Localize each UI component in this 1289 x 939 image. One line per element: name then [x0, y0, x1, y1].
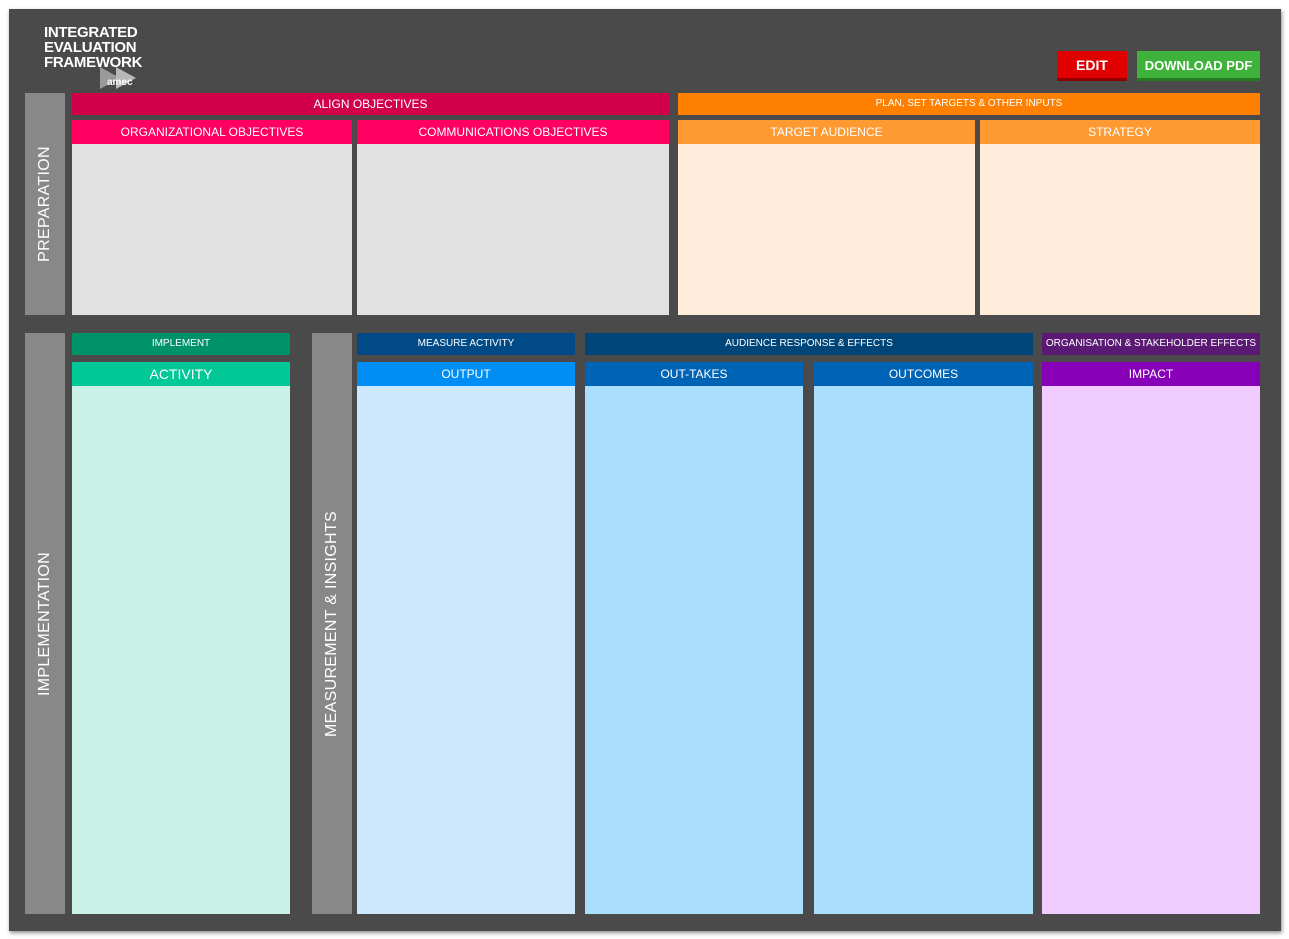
organisation-effects-header: ORGANISATION & STAKEHOLDER EFFECTS [1042, 333, 1260, 355]
strategy-header: STRATEGY [980, 120, 1260, 144]
preparation-label: PREPARATION [36, 146, 53, 262]
impact-area[interactable] [1042, 386, 1260, 914]
measurement-label: MEASUREMENT & INSIGHTS [323, 510, 340, 737]
activity-area[interactable] [72, 386, 290, 914]
impact-header: IMPACT [1042, 362, 1260, 386]
target-audience-area[interactable] [678, 144, 975, 315]
measurement-side-bar: MEASUREMENT & INSIGHTS [312, 333, 352, 914]
organizational-objectives-header: ORGANIZATIONAL OBJECTIVES [72, 120, 352, 144]
align-objectives-header: ALIGN OBJECTIVES [72, 93, 669, 115]
strategy-area[interactable] [980, 144, 1260, 315]
logo-line-2: EVALUATION [44, 39, 137, 56]
out-takes-area[interactable] [585, 386, 803, 914]
measure-activity-header: MEASURE ACTIVITY [357, 333, 575, 355]
out-takes-header: OUT-TAKES [585, 362, 803, 386]
outcomes-area[interactable] [814, 386, 1033, 914]
framework-board: INTEGRATED EVALUATION FRAMEWORK amec EDI… [9, 9, 1281, 931]
preparation-side-bar: PREPARATION [25, 93, 65, 315]
implementation-side-bar: IMPLEMENTATION [25, 333, 65, 914]
logo-brand: amec [107, 77, 133, 88]
output-header: OUTPUT [357, 362, 575, 386]
target-audience-header: TARGET AUDIENCE [678, 120, 975, 144]
download-pdf-button[interactable]: DOWNLOAD PDF [1137, 51, 1260, 81]
implement-header: IMPLEMENT [72, 333, 290, 355]
organizational-objectives-area[interactable] [72, 144, 352, 315]
audience-response-header: AUDIENCE RESPONSE & EFFECTS [585, 333, 1033, 355]
logo-line-1: INTEGRATED [44, 24, 138, 41]
amec-framework-logo: INTEGRATED EVALUATION FRAMEWORK amec [44, 25, 164, 91]
communications-objectives-area[interactable] [357, 144, 669, 315]
communications-objectives-header: COMMUNICATIONS OBJECTIVES [357, 120, 669, 144]
outcomes-header: OUTCOMES [814, 362, 1033, 386]
edit-button[interactable]: EDIT [1057, 51, 1127, 81]
output-area[interactable] [357, 386, 575, 914]
activity-header: ACTIVITY [72, 362, 290, 386]
plan-targets-header: PLAN, SET TARGETS & OTHER INPUTS [678, 93, 1260, 115]
implementation-label: IMPLEMENTATION [36, 551, 53, 696]
